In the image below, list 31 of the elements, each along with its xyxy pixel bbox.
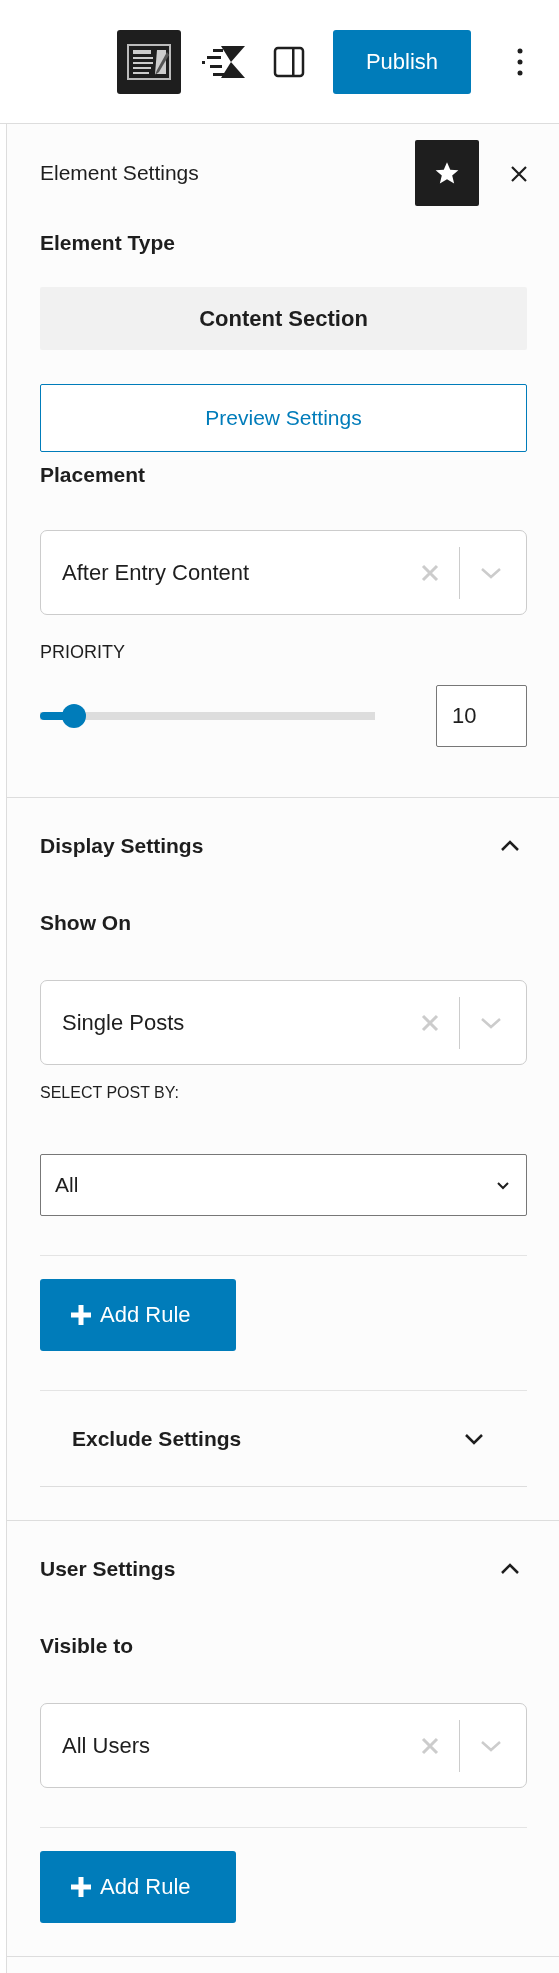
field-label: Element Type	[40, 230, 176, 256]
field-label: PRIORITY	[40, 641, 126, 664]
priority-input[interactable]: 10	[436, 685, 527, 747]
chevron-icon[interactable]	[499, 1562, 521, 1576]
sidebar-icon	[273, 45, 305, 78]
field-label: SELECT POST BY:	[40, 1083, 181, 1103]
star-icon	[434, 160, 460, 186]
plus-icon	[70, 1304, 92, 1326]
panel-title: Element Settings	[40, 161, 200, 185]
page-edit-icon	[127, 43, 171, 80]
dropdown-field[interactable]: All	[40, 1154, 527, 1216]
add-rule-button[interactable]: Add Rule	[40, 1851, 236, 1923]
field-label: Placement	[40, 462, 147, 488]
favorite-button[interactable]	[415, 140, 479, 206]
chevron-down-icon	[496, 1180, 510, 1190]
plus-icon	[70, 1876, 92, 1898]
section-title[interactable]: Display Settings	[40, 834, 204, 858]
editor-toggle-button[interactable]	[117, 29, 181, 94]
add-rule-button[interactable]: Add Rule	[40, 1279, 236, 1351]
field-label: Visible to	[40, 1633, 134, 1659]
subsection-title[interactable]: Exclude Settings	[72, 1426, 242, 1451]
preview-settings-button[interactable]: Preview Settings	[40, 384, 527, 452]
chevron-icon[interactable]	[463, 1431, 485, 1446]
field-label: Show On	[40, 910, 132, 936]
chevron-icon[interactable]	[499, 839, 521, 853]
section-title[interactable]: User Settings	[40, 1557, 176, 1581]
k-logo-icon[interactable]	[201, 43, 247, 80]
more-options-icon[interactable]	[517, 47, 523, 76]
publish-button[interactable]: Publish	[333, 29, 471, 94]
close-icon[interactable]	[509, 164, 529, 184]
element-type-value: Content Section	[40, 287, 527, 350]
